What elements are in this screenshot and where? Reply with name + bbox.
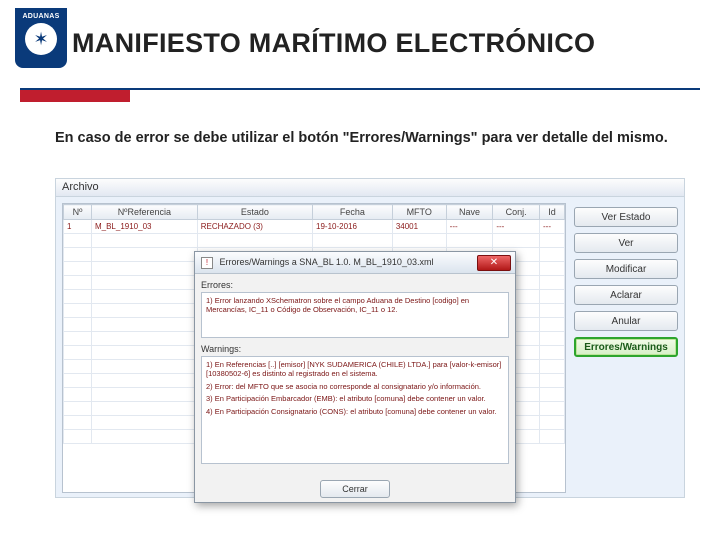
logo-star-icon: ✶ bbox=[25, 23, 57, 55]
dialog-close-button[interactable]: ✕ bbox=[477, 255, 511, 271]
cell-mfto: 34001 bbox=[392, 220, 446, 234]
action-sidebar: Ver Estado Ver Modificar Aclarar Anular … bbox=[574, 207, 678, 357]
app-window: Archivo Nº NºReferencia Estado Fecha MFT… bbox=[55, 178, 685, 498]
table-row[interactable]: 1 M_BL_1910_03 RECHAZADO (3) 19-10-2016 … bbox=[64, 220, 565, 234]
col-ref[interactable]: NºReferencia bbox=[91, 205, 197, 220]
errores-label: Errores: bbox=[201, 280, 509, 290]
col-estado[interactable]: Estado bbox=[197, 205, 312, 220]
cell-fecha: 19-10-2016 bbox=[313, 220, 393, 234]
title-underline bbox=[20, 88, 700, 102]
warnings-panel[interactable]: 1) En Referencias [..] [emisor] [NYK SUD… bbox=[201, 356, 509, 464]
warning-item: 1) En Referencias [..] [emisor] [NYK SUD… bbox=[206, 360, 504, 379]
col-nave[interactable]: Nave bbox=[446, 205, 493, 220]
warning-item: 2) Error: del MFTO que se asocia no corr… bbox=[206, 382, 504, 391]
menubar: Archivo bbox=[56, 179, 684, 197]
cell-ref: M_BL_1910_03 bbox=[91, 220, 197, 234]
cell-id: --- bbox=[539, 220, 564, 234]
close-icon: ✕ bbox=[490, 257, 498, 268]
aclarar-button[interactable]: Aclarar bbox=[574, 285, 678, 305]
table-header-row: Nº NºReferencia Estado Fecha MFTO Nave C… bbox=[64, 205, 565, 220]
menu-archivo[interactable]: Archivo bbox=[62, 181, 99, 193]
dialog-icon: ! bbox=[201, 257, 213, 269]
errores-panel[interactable]: 1) Error lanzando XSchematron sobre el c… bbox=[201, 292, 509, 338]
warning-item: 4) En Participación Consignatario (CONS)… bbox=[206, 407, 504, 416]
warnings-label: Warnings: bbox=[201, 344, 509, 354]
col-id[interactable]: Id bbox=[539, 205, 564, 220]
dialog-title: Errores/Warnings a SNA_BL 1.0. M_BL_1910… bbox=[220, 257, 434, 267]
cell-conj: --- bbox=[493, 220, 540, 234]
col-fecha[interactable]: Fecha bbox=[313, 205, 393, 220]
dialog-titlebar[interactable]: ! Errores/Warnings a SNA_BL 1.0. M_BL_19… bbox=[195, 252, 515, 274]
col-n[interactable]: Nº bbox=[64, 205, 92, 220]
slide-title: MANIFIESTO MARÍTIMO ELECTRÓNICO bbox=[72, 28, 595, 59]
ver-estado-button[interactable]: Ver Estado bbox=[574, 207, 678, 227]
logo-text: ADUANAS bbox=[22, 13, 59, 20]
error-item: 1) Error lanzando XSchematron sobre el c… bbox=[206, 296, 504, 315]
table-row: . bbox=[64, 234, 565, 248]
errores-warnings-dialog: ! Errores/Warnings a SNA_BL 1.0. M_BL_19… bbox=[194, 251, 516, 503]
cell-n: 1 bbox=[64, 220, 92, 234]
cell-estado: RECHAZADO (3) bbox=[197, 220, 312, 234]
errores-warnings-button[interactable]: Errores/Warnings bbox=[574, 337, 678, 357]
col-mfto[interactable]: MFTO bbox=[392, 205, 446, 220]
aduanas-logo: ADUANAS ✶ bbox=[15, 8, 67, 68]
slide-caption: En caso de error se debe utilizar el bot… bbox=[55, 128, 680, 148]
ver-button[interactable]: Ver bbox=[574, 233, 678, 253]
cell-nave: --- bbox=[446, 220, 493, 234]
warning-item: 3) En Participación Embarcador (EMB): el… bbox=[206, 394, 504, 403]
col-conj[interactable]: Conj. bbox=[493, 205, 540, 220]
dialog-cerrar-button[interactable]: Cerrar bbox=[320, 480, 390, 498]
anular-button[interactable]: Anular bbox=[574, 311, 678, 331]
modificar-button[interactable]: Modificar bbox=[574, 259, 678, 279]
